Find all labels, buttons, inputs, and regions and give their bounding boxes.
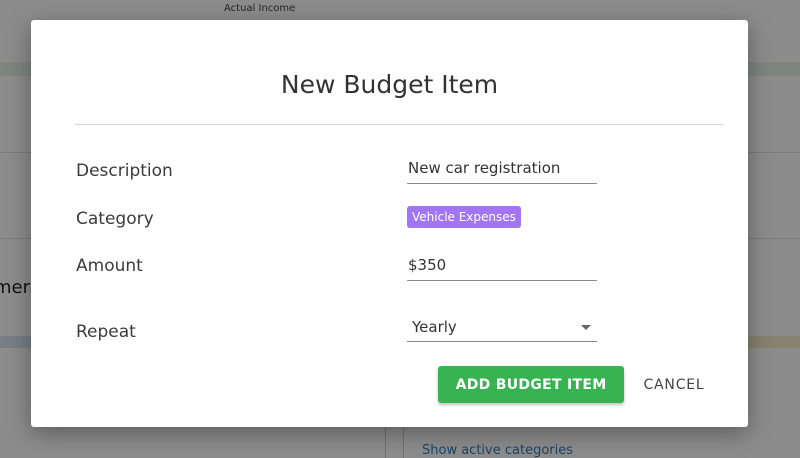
add-budget-item-button[interactable]: ADD BUDGET ITEM [438, 366, 624, 403]
description-input[interactable]: New car registration [407, 159, 597, 184]
description-label: Description [76, 161, 173, 181]
caret-down-icon [581, 325, 591, 330]
repeat-select[interactable]: Yearly [407, 316, 597, 342]
new-budget-item-dialog: New Budget Item Description New car regi… [31, 20, 748, 427]
amount-label: Amount [76, 256, 143, 276]
title-divider [75, 124, 724, 125]
category-label: Category [76, 209, 154, 229]
dialog-title: New Budget Item [280, 70, 499, 99]
amount-input[interactable]: $350 [407, 256, 597, 281]
repeat-select-value: Yearly [412, 318, 457, 336]
repeat-label: Repeat [76, 322, 136, 342]
category-chip[interactable]: Vehicle Expenses [407, 206, 521, 228]
cancel-button[interactable]: CANCEL [631, 366, 717, 403]
app-page: Actual Income mer Show active categories… [0, 0, 800, 458]
